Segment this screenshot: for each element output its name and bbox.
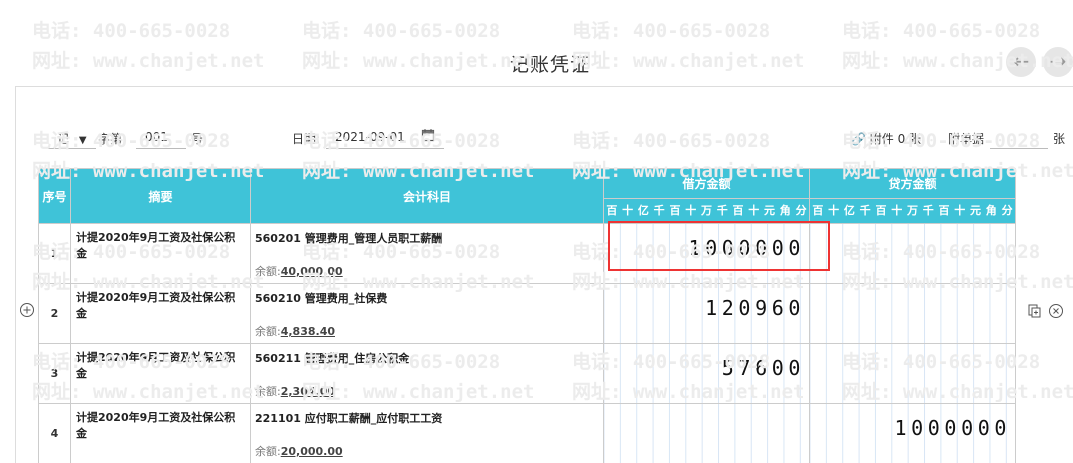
account-cell[interactable]: 221101 应付职工薪酬_应付职工工资 余额:20,000.00 <box>250 403 604 463</box>
attachment-count-input[interactable] <box>990 148 1048 149</box>
calendar-icon[interactable] <box>421 128 435 145</box>
digit-unit: 十 <box>685 204 697 217</box>
digit-unit: 百 <box>669 204 681 217</box>
chevron-down-icon: ▼ <box>78 135 87 146</box>
highlight-box <box>608 221 830 271</box>
digit-unit: 亿 <box>843 204 855 217</box>
summary-cell[interactable]: 计提2020年9月工资及社保公积金 <box>70 223 251 284</box>
credit-amount-cell[interactable]: 1000000 <box>809 403 1016 463</box>
summary-cell[interactable]: 计提2020年9月工资及社保公积金 <box>70 403 251 463</box>
summary-cell[interactable]: 计提2020年9月工资及社保公积金 <box>70 283 251 344</box>
date-input[interactable]: 2021-09-01 <box>335 130 405 144</box>
summary-cell[interactable]: 计提2020年9月工资及社保公积金 <box>70 343 251 404</box>
debit-amount-cell[interactable]: 57600 <box>603 343 810 404</box>
digit-unit: 万 <box>906 204 918 217</box>
table-row: 3 计提2020年9月工资及社保公积金 560211 管理费用_住房公积金 余额… <box>38 343 1016 404</box>
digit-unit: 千 <box>859 204 871 217</box>
debit-amount: 57600 <box>721 356 805 380</box>
page-title: 记账凭证 <box>509 54 590 76</box>
digit-unit: 千 <box>922 204 934 217</box>
attachment-link[interactable]: 🔗 附件 0 张 <box>851 130 921 147</box>
col-header-credit: 贷方金额 <box>809 168 1016 199</box>
digit-unit: 元 <box>764 204 776 217</box>
table-row: 2 计提2020年9月工资及社保公积金 560210 管理费用_社保费 余额:4… <box>38 283 1016 344</box>
digit-unit: 十 <box>748 204 760 217</box>
account-balance: 余额:40,000.00 <box>255 265 343 278</box>
account-balance: 余额:2,304.00 <box>255 385 335 398</box>
digit-unit: 千 <box>653 204 665 217</box>
date-label: 日期: <box>292 132 321 146</box>
credit-digit-units: 百 十 亿 千 百 十 万 千 百 十 元 角 分 <box>809 198 1016 224</box>
voucher-word-underline <box>48 148 96 149</box>
col-header-summary: 摘要 <box>70 168 251 224</box>
paperclip-icon: 🔗 <box>851 132 866 146</box>
row-seq: 3 <box>38 343 71 404</box>
next-voucher-button[interactable]: → <box>1043 47 1073 77</box>
account-balance: 余额:4,838.40 <box>255 325 335 338</box>
word-suffix-label: 字第 <box>98 132 123 146</box>
table-row: 1 计提2020年9月工资及社保公积金 560201 管理费用_管理人员职工薪酬… <box>38 223 1016 284</box>
account-cell[interactable]: 560211 管理费用_住房公积金 余额:2,304.00 <box>250 343 604 404</box>
debit-amount-cell[interactable]: 120960 <box>603 283 810 344</box>
delete-row-icon[interactable] <box>1048 303 1064 323</box>
account-balance: 余额:20,000.00 <box>255 445 343 458</box>
digit-unit: 百 <box>938 204 950 217</box>
digit-unit: 万 <box>700 204 712 217</box>
digit-unit: 分 <box>1001 204 1013 217</box>
digit-unit: 百 <box>875 204 887 217</box>
account-cell[interactable]: 560201 管理费用_管理人员职工薪酬 余额:40,000.00 <box>250 223 604 284</box>
account-name: 560201 管理费用_管理人员职工薪酬 <box>255 232 443 245</box>
account-name: 221101 应付职工薪酬_应付职工工资 <box>255 412 443 425</box>
voucher-table: 序号 摘要 会计科目 借方金额 贷方金额 百 十 亿 千 百 十 万 千 百 十 <box>38 168 1016 463</box>
digit-unit: 角 <box>985 204 997 217</box>
digit-unit: 角 <box>779 204 791 217</box>
credit-amount-cell[interactable] <box>809 343 1016 404</box>
digit-unit: 百 <box>606 204 618 217</box>
voucher-number-underline <box>136 148 186 149</box>
table-row: 4 计提2020年9月工资及社保公积金 221101 应付职工薪酬_应付职工工资… <box>38 403 1016 463</box>
prev-voucher-button[interactable]: ← <box>1006 47 1036 77</box>
attachment-doc-label: 附单据 <box>948 132 985 146</box>
debit-digit-units: 百 十 亿 千 百 十 万 千 百 十 元 角 分 <box>603 198 810 224</box>
digit-unit: 十 <box>954 204 966 217</box>
digit-unit: 十 <box>891 204 903 217</box>
number-suffix-label: 号 <box>191 132 204 146</box>
row-seq: 4 <box>38 403 71 463</box>
col-header-account: 会计科目 <box>250 168 604 224</box>
row-seq: 2 <box>38 283 71 344</box>
copy-row-icon[interactable] <box>1027 303 1043 323</box>
digit-unit: 元 <box>970 204 982 217</box>
digit-unit: 亿 <box>637 204 649 217</box>
col-header-seq: 序号 <box>38 168 71 224</box>
voucher-word-select[interactable]: 记 ▼ <box>57 130 87 147</box>
attachment-unit-label: 张 <box>1053 132 1066 146</box>
col-header-debit: 借方金额 <box>603 168 810 199</box>
voucher-number-input[interactable]: 001 <box>145 130 168 144</box>
account-name: 560210 管理费用_社保费 <box>255 292 388 305</box>
debit-amount: 120960 <box>705 296 805 320</box>
digit-unit: 百 <box>812 204 824 217</box>
digit-unit: 十 <box>828 204 840 217</box>
credit-amount: 1000000 <box>894 416 1011 440</box>
credit-amount-cell[interactable] <box>809 283 1016 344</box>
date-underline <box>326 148 444 149</box>
account-cell[interactable]: 560210 管理费用_社保费 余额:4,838.40 <box>250 283 604 344</box>
credit-amount-cell[interactable] <box>809 223 1016 284</box>
add-row-icon[interactable] <box>19 302 35 322</box>
digit-unit: 分 <box>795 204 807 217</box>
debit-amount-cell[interactable] <box>603 403 810 463</box>
account-name: 560211 管理费用_住房公积金 <box>255 352 410 365</box>
digit-unit: 千 <box>716 204 728 217</box>
digit-unit: 百 <box>732 204 744 217</box>
digit-unit: 十 <box>622 204 634 217</box>
row-seq: 1 <box>38 223 71 284</box>
